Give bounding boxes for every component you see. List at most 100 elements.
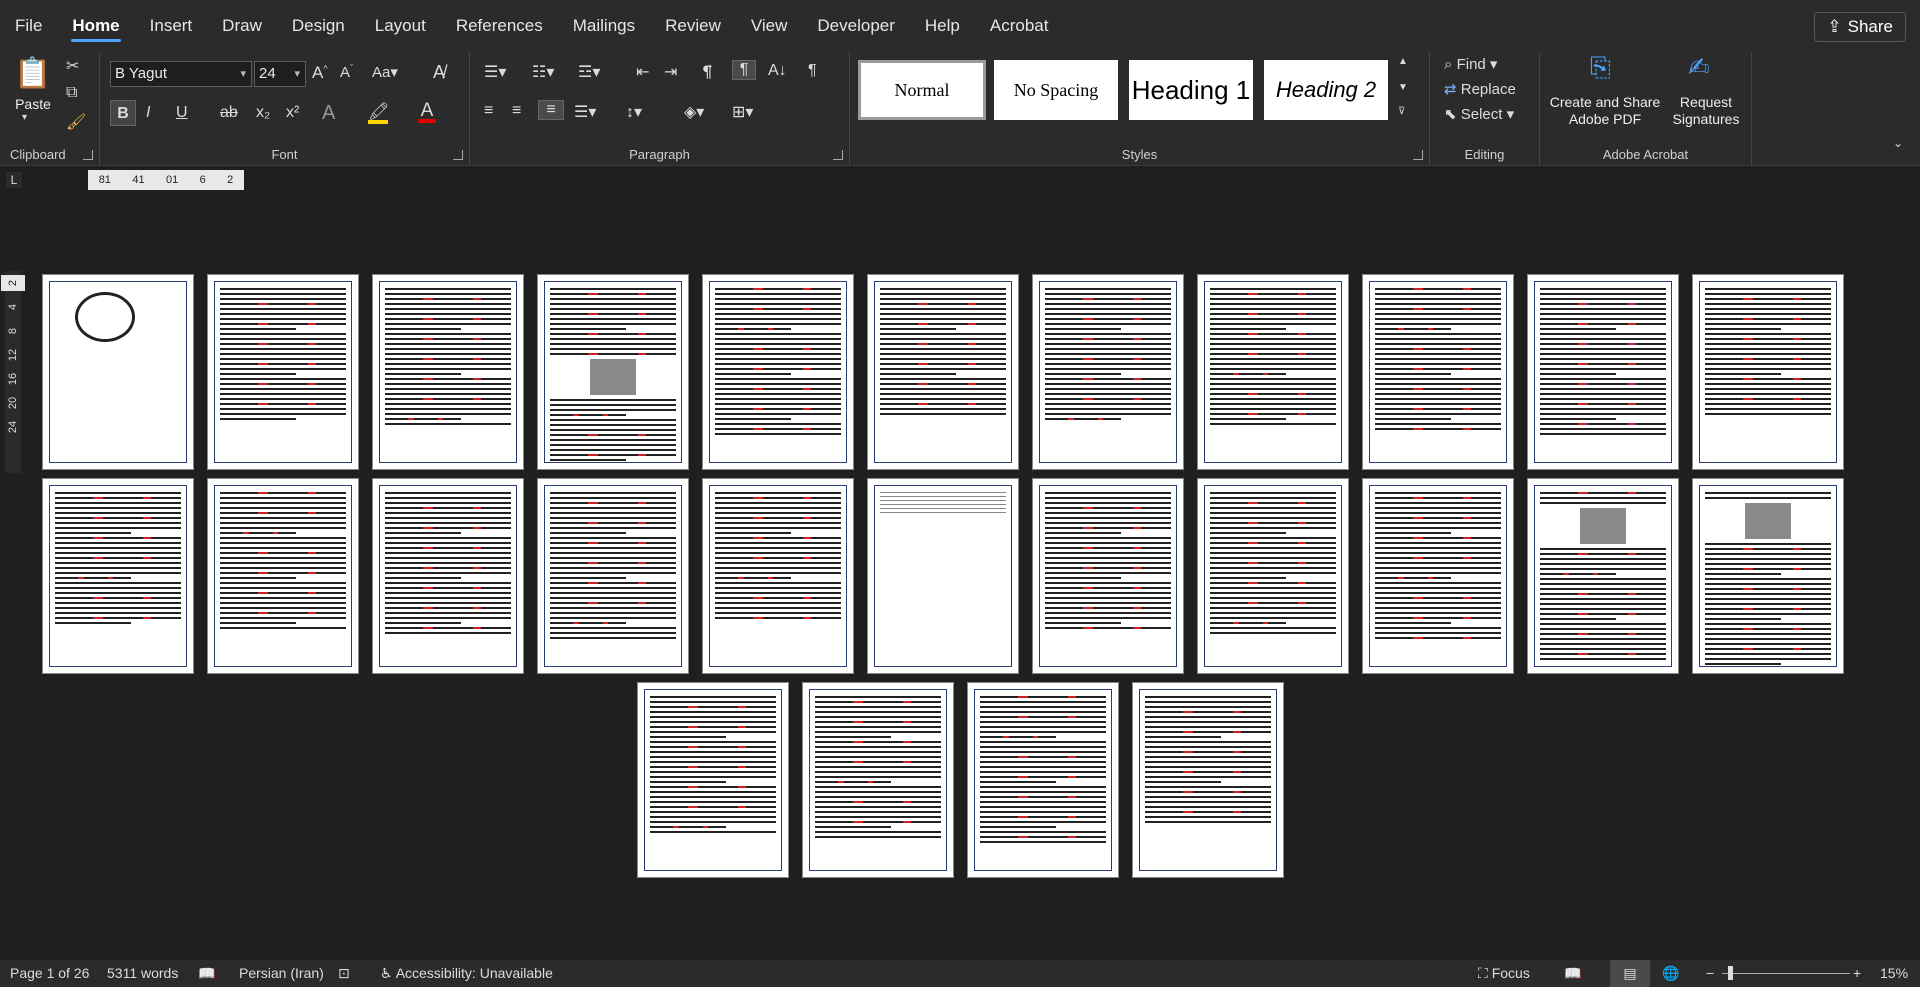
paste-label[interactable]: Paste bbox=[12, 96, 54, 112]
menu-file[interactable]: File bbox=[0, 0, 57, 52]
paste-dropdown-icon[interactable]: ▾ bbox=[22, 112, 27, 123]
page-thumbnail[interactable] bbox=[537, 274, 689, 470]
paragraph-launcher-icon[interactable] bbox=[833, 150, 843, 160]
web-layout-icon[interactable]: 🌐 bbox=[1662, 960, 1679, 987]
page-thumbnail[interactable] bbox=[1692, 274, 1844, 470]
find-button[interactable]: ⌕ Find ▾ bbox=[1444, 55, 1497, 73]
focus-button[interactable]: ⛶ Focus bbox=[1478, 960, 1530, 987]
sort-icon[interactable]: A↓ bbox=[768, 62, 787, 80]
change-case-icon[interactable]: Aa▾ bbox=[372, 63, 398, 81]
menu-mailings[interactable]: Mailings bbox=[558, 0, 650, 52]
page-count-status[interactable]: Page 1 of 26 bbox=[10, 960, 89, 987]
zoom-out-icon[interactable]: − bbox=[1706, 960, 1714, 987]
macro-icon[interactable]: ⊡ bbox=[338, 960, 350, 987]
menu-design[interactable]: Design bbox=[277, 0, 360, 52]
replace-button[interactable]: ⇄ Replace bbox=[1444, 80, 1516, 98]
page-thumbnail[interactable] bbox=[702, 274, 854, 470]
menu-references[interactable]: References bbox=[441, 0, 558, 52]
page-thumbnail[interactable] bbox=[867, 274, 1019, 470]
menu-developer[interactable]: Developer bbox=[802, 0, 910, 52]
rtl-icon[interactable]: ¶ bbox=[732, 60, 756, 80]
font-size-select[interactable]: 24 ▾ bbox=[254, 61, 306, 87]
create-pdf-icon[interactable]: ⎘ bbox=[1590, 52, 1611, 84]
increase-indent-icon[interactable]: ⇥ bbox=[664, 62, 677, 82]
request-signatures-icon[interactable]: ✍ bbox=[1688, 52, 1710, 83]
borders-icon[interactable]: ⊞▾ bbox=[732, 102, 753, 122]
print-layout-icon[interactable]: ▤ bbox=[1610, 960, 1650, 987]
page-thumbnail[interactable] bbox=[637, 682, 789, 878]
page-thumbnail[interactable] bbox=[207, 274, 359, 470]
page-thumbnail[interactable] bbox=[537, 478, 689, 674]
language-status[interactable]: Persian (Iran) bbox=[239, 960, 324, 987]
accessibility-status[interactable]: ♿ Accessibility: Unavailable bbox=[380, 960, 553, 987]
page-thumbnail[interactable] bbox=[1197, 274, 1349, 470]
page-thumbnail[interactable] bbox=[1362, 274, 1514, 470]
highlight-icon[interactable]: 🖍 bbox=[368, 102, 390, 124]
select-button[interactable]: ⬉ Select ▾ bbox=[1444, 105, 1514, 123]
bullets-icon[interactable]: ☰▾ bbox=[484, 62, 506, 82]
page-thumbnail[interactable] bbox=[967, 682, 1119, 878]
page-thumbnail[interactable] bbox=[1132, 682, 1284, 878]
shading-icon[interactable]: ◈▾ bbox=[684, 102, 704, 122]
font-launcher-icon[interactable] bbox=[453, 150, 463, 160]
copy-icon[interactable]: ⧉ bbox=[66, 84, 77, 102]
underline-button[interactable]: U bbox=[176, 104, 188, 122]
format-painter-icon[interactable]: 🖌 bbox=[66, 112, 86, 132]
page-thumbnail[interactable] bbox=[1032, 274, 1184, 470]
page-thumbnail[interactable] bbox=[1032, 478, 1184, 674]
page-thumbnail[interactable] bbox=[42, 274, 194, 470]
zoom-level[interactable]: 15% bbox=[1880, 960, 1908, 987]
request-signatures-button[interactable]: Request Signatures bbox=[1668, 94, 1744, 128]
zoom-slider[interactable] bbox=[1722, 960, 1850, 987]
page-thumbnail[interactable] bbox=[1527, 274, 1679, 470]
page-thumbnail[interactable] bbox=[1362, 478, 1514, 674]
show-marks-icon[interactable]: ¶ bbox=[808, 62, 817, 80]
menu-draw[interactable]: Draw bbox=[207, 0, 277, 52]
cut-icon[interactable]: ✂ bbox=[66, 56, 79, 76]
share-button[interactable]: ⇪ Share bbox=[1814, 12, 1906, 42]
font-color-icon[interactable]: A bbox=[418, 100, 436, 123]
read-mode-icon[interactable]: 📖 bbox=[1564, 960, 1581, 987]
page-thumbnail[interactable] bbox=[702, 478, 854, 674]
style-normal[interactable]: Normal bbox=[858, 60, 986, 120]
styles-launcher-icon[interactable] bbox=[1413, 150, 1423, 160]
justify-icon[interactable]: ☰▾ bbox=[574, 102, 596, 122]
tab-selector-icon[interactable]: L bbox=[6, 172, 22, 188]
page-thumbnail[interactable] bbox=[867, 478, 1019, 674]
page-thumbnail[interactable] bbox=[372, 274, 524, 470]
superscript-button[interactable]: x² bbox=[286, 104, 299, 122]
style-no-spacing[interactable]: No Spacing bbox=[994, 60, 1118, 120]
page-thumbnail[interactable] bbox=[802, 682, 954, 878]
multilevel-list-icon[interactable]: ☲▾ bbox=[578, 62, 600, 82]
text-effects-icon[interactable]: A bbox=[322, 102, 335, 125]
clear-formatting-icon[interactable]: A̸ bbox=[433, 62, 445, 83]
menu-acrobat[interactable]: Acrobat bbox=[975, 0, 1064, 52]
word-count-status[interactable]: 5311 words bbox=[107, 960, 178, 987]
menu-home[interactable]: Home bbox=[57, 0, 134, 52]
align-right-icon[interactable]: ≡ bbox=[538, 100, 564, 120]
bold-button[interactable]: B bbox=[110, 100, 136, 126]
grow-font-icon[interactable]: A^ bbox=[312, 63, 328, 83]
clipboard-launcher-icon[interactable] bbox=[83, 150, 93, 160]
paste-icon[interactable]: 📋 bbox=[14, 56, 52, 92]
page-thumbnail[interactable] bbox=[1197, 478, 1349, 674]
page-thumbnail[interactable] bbox=[42, 478, 194, 674]
style-heading-1[interactable]: Heading 1 bbox=[1129, 60, 1253, 120]
page-thumbnail[interactable] bbox=[372, 478, 524, 674]
page-thumbnail[interactable] bbox=[207, 478, 359, 674]
menu-review[interactable]: Review bbox=[650, 0, 736, 52]
horizontal-ruler[interactable]: 81 41 01 6 2 bbox=[88, 170, 244, 190]
font-family-select[interactable]: B Yagut ▾ bbox=[110, 61, 252, 87]
styles-scroll-up-icon[interactable]: ▲ bbox=[1398, 56, 1408, 67]
zoom-in-icon[interactable]: + bbox=[1853, 960, 1861, 987]
ltr-icon[interactable]: ¶⃗ bbox=[702, 62, 712, 82]
zoom-slider-thumb[interactable] bbox=[1728, 966, 1733, 980]
align-center-icon[interactable]: ≡ bbox=[512, 102, 521, 120]
align-left-icon[interactable]: ≡ bbox=[484, 102, 493, 120]
shrink-font-icon[interactable]: Aˇ bbox=[340, 63, 353, 81]
menu-view[interactable]: View bbox=[736, 0, 803, 52]
collapse-ribbon-icon[interactable]: ⌄ bbox=[1893, 136, 1903, 150]
strikethrough-button[interactable]: ab bbox=[220, 104, 238, 122]
page-thumbnail[interactable] bbox=[1527, 478, 1679, 674]
page-thumbnail[interactable] bbox=[1692, 478, 1844, 674]
